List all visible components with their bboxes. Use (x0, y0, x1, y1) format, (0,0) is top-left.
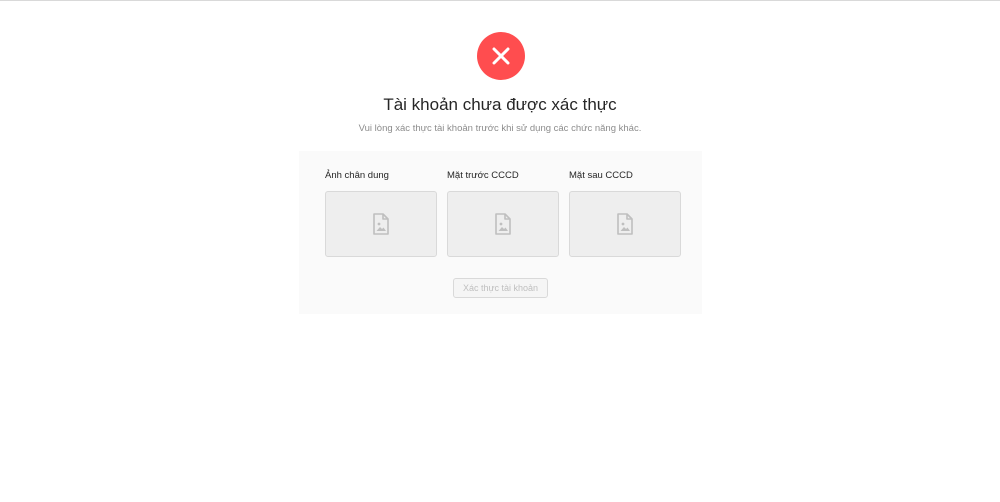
upload-id-front: Mặt trước CCCD (447, 169, 559, 257)
file-image-icon (373, 213, 389, 235)
upload-label-id-back: Mặt sau CCCD (569, 170, 633, 181)
upload-box-id-back[interactable] (569, 191, 681, 257)
upload-box-portrait[interactable] (325, 191, 437, 257)
verification-panel: Ảnh chân dung Mặt trước CCCD Mặt sau CCC… (299, 151, 702, 314)
file-image-icon (617, 213, 633, 235)
verification-page: Tài khoản chưa được xác thực Vui lòng xá… (0, 0, 1000, 502)
verify-account-button[interactable]: Xác thực tài khoản (453, 278, 548, 298)
result-subtitle: Vui lòng xác thực tài khoản trước khi sử… (358, 123, 642, 134)
close-circle-icon (477, 32, 525, 80)
file-image-icon (495, 213, 511, 235)
upload-portrait: Ảnh chân dung (325, 169, 437, 257)
upload-label-portrait: Ảnh chân dung (325, 170, 389, 181)
upload-label-id-front: Mặt trước CCCD (447, 170, 519, 181)
result-title: Tài khoản chưa được xác thực (383, 95, 617, 114)
upload-box-id-front[interactable] (447, 191, 559, 257)
upload-id-back: Mặt sau CCCD (569, 169, 681, 257)
top-divider (0, 0, 1000, 1)
